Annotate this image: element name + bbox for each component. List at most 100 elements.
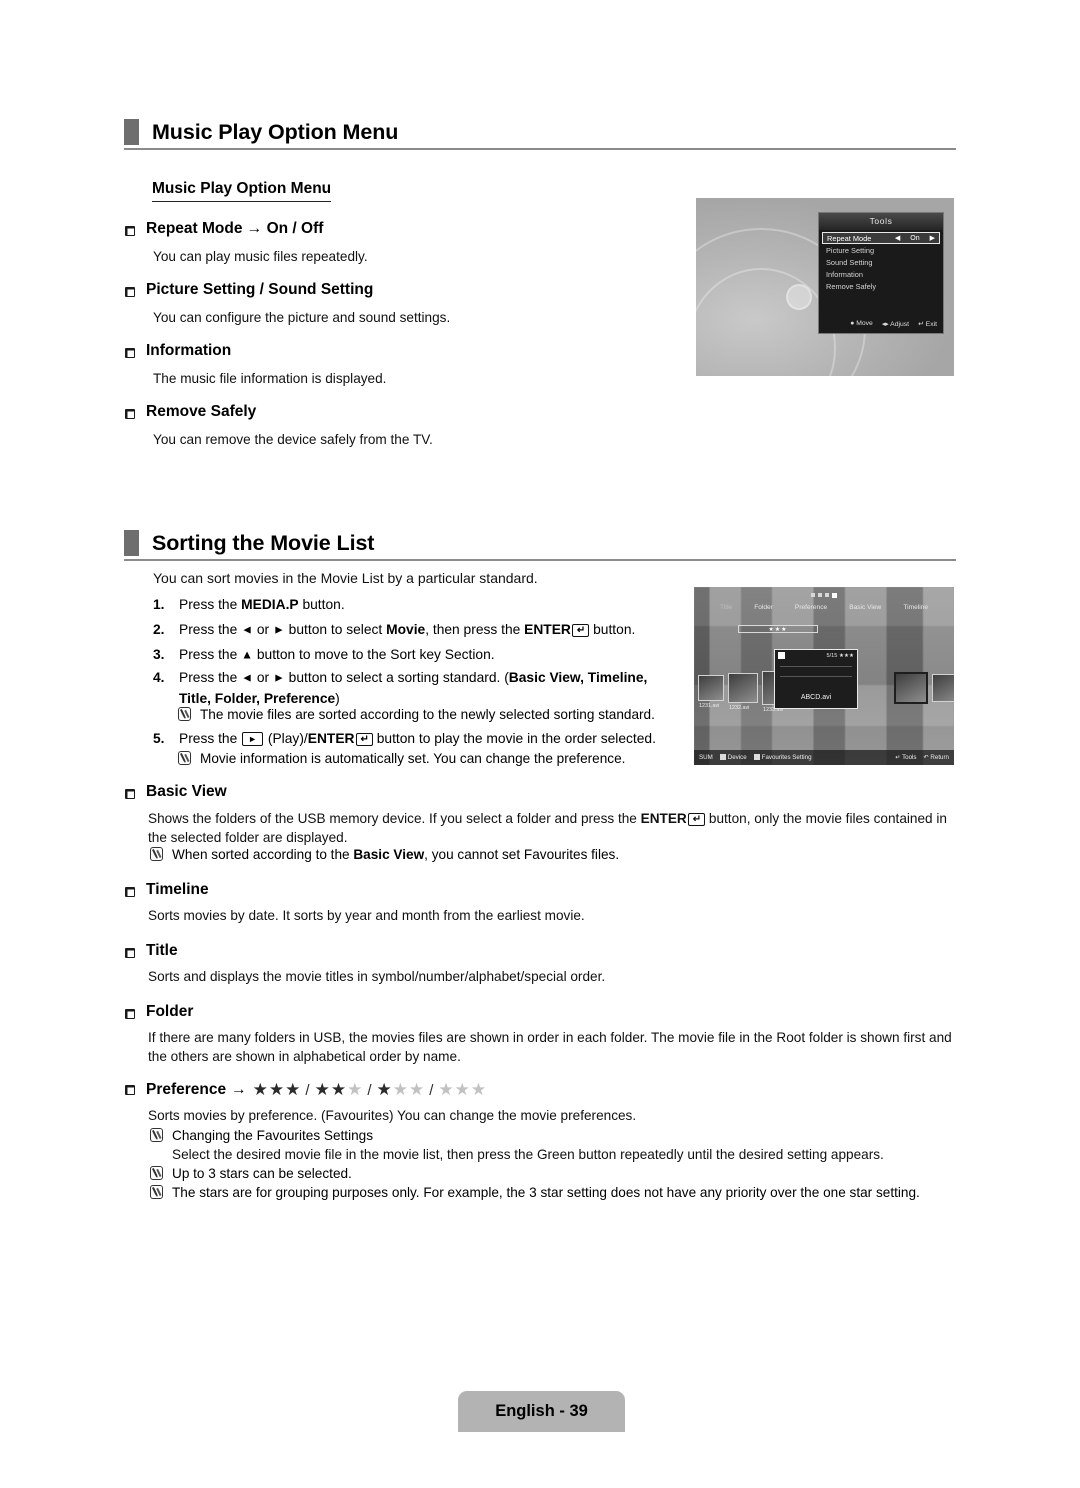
popup-header: 5/15 ★★★: [775, 650, 857, 661]
sort-item-desc: Shows the folders of the USB memory devi…: [148, 811, 947, 846]
tools-menu-item-information[interactable]: Information: [822, 268, 940, 280]
sort-item-title: Title: [146, 942, 178, 959]
step-text: Press the ◄ or ► button to select Movie,…: [179, 622, 636, 637]
step-text: Press the ▲ button to move to the Sort k…: [179, 647, 495, 662]
left-arrow-icon[interactable]: ◀: [895, 234, 900, 242]
footer-return-button[interactable]: ↶ Return: [924, 754, 949, 761]
step-4: 4. Press the ◄ or ► button to select a s…: [153, 668, 678, 709]
footer-tools-button[interactable]: ↵ Tools: [895, 754, 916, 761]
note-text: The movie files are sorted according to …: [200, 707, 655, 722]
movie-thumbnail[interactable]: 1231.avi: [698, 675, 724, 709]
star-filled-icon: ★: [376, 1080, 393, 1099]
step-number: 3.: [153, 647, 165, 662]
page-dot-active: [832, 593, 837, 598]
step-number: 1.: [153, 597, 165, 612]
popup-count-and-stars: 5/15 ★★★: [827, 653, 855, 659]
tools-menu-item-repeat-mode[interactable]: Repeat Mode ◀ On ▶: [822, 232, 940, 244]
sort-item-title: Folder: [146, 1003, 194, 1020]
star-empty-icon: ★: [408, 1080, 426, 1099]
checkbox-bullet-icon: [125, 348, 135, 358]
popup-count: 5/15: [826, 652, 838, 659]
preference-note-1: Changing the Favourites Settings: [150, 1126, 940, 1146]
step-4-note: The movie files are sorted according to …: [178, 705, 688, 725]
preference-star-groups: ★★★ / ★★★ / ★★★ / ★★★: [253, 1080, 488, 1100]
movie-list-footer-bar: SUM Device Favourites Setting ↵ Tools ↶ …: [694, 750, 954, 765]
step-text: Press the MEDIA.P button.: [179, 597, 345, 612]
sort-tab-title[interactable]: Title: [720, 604, 732, 611]
footer-color-key-icon: [753, 754, 760, 760]
movie-thumbnail-selected[interactable]: [894, 672, 928, 704]
sort-item-title: Preference: [146, 1081, 227, 1098]
hint-move: ● Move: [850, 320, 873, 327]
rating-stars: ★★★: [768, 626, 788, 633]
option-desc: You can remove the device safely from th…: [153, 432, 433, 447]
step-3: 3. Press the ▲ button to move to the Sor…: [153, 645, 673, 666]
sort-tab-preference[interactable]: Preference: [795, 604, 827, 611]
movie-thumbnail[interactable]: [932, 674, 954, 702]
tools-panel-hints: ● Move ◂▸ Adjust ↵ Exit: [819, 316, 943, 333]
tools-menu-item-sound-setting[interactable]: Sound Setting: [822, 256, 940, 268]
star-filled-icon: ★: [314, 1080, 331, 1099]
sort-tab-basic-view[interactable]: Basic View: [849, 604, 881, 611]
page-dot: [818, 593, 822, 597]
tools-item-label: Repeat Mode: [827, 233, 872, 243]
footer-source-label: SUM: [699, 754, 713, 761]
tools-menu-item-picture-setting[interactable]: Picture Setting: [822, 244, 940, 256]
checkbox-bullet-icon: [125, 887, 135, 897]
note-pen-icon: [150, 847, 163, 861]
star-empty-icon: ★: [347, 1080, 364, 1099]
tools-menu-item-remove-safely[interactable]: Remove Safely: [822, 280, 940, 292]
tools-menu-list: Repeat Mode ◀ On ▶ Picture Setting Sound…: [819, 230, 943, 316]
page-number-label: English - 39: [495, 1402, 588, 1420]
note-text: Up to 3 stars can be selected.: [172, 1166, 352, 1181]
popup-checkbox-icon[interactable]: [778, 652, 785, 659]
popup-divider-lines: [775, 661, 857, 677]
step-2: 2. Press the ◄ or ► button to select Mov…: [153, 620, 693, 641]
sorting-intro-text: You can sort movies in the Movie List by…: [153, 570, 538, 586]
star-filled-icon: ★: [285, 1080, 302, 1099]
popup-filename: ABCD.avi: [800, 694, 832, 701]
arrow-icon: →: [231, 1081, 247, 1098]
page-dot: [825, 593, 829, 597]
star-empty-icon: ★: [454, 1080, 471, 1099]
sort-item-folder: Folder: [125, 1003, 193, 1021]
popup-divider: [780, 676, 852, 677]
step-number: 4.: [153, 670, 165, 685]
hint-adjust: ◂▸ Adjust: [881, 321, 910, 328]
sort-item-preference: Preference → ★★★ / ★★★ / ★★★ / ★★★: [125, 1080, 487, 1100]
checkbox-bullet-icon: [125, 409, 135, 419]
sort-tab-folder[interactable]: Folder: [754, 604, 773, 611]
star-group-separator: /: [305, 1082, 311, 1099]
manual-page: Music Play Option Menu Music Play Option…: [0, 0, 1080, 1488]
preference-note-1-detail: Select the desired movie file in the mov…: [172, 1147, 884, 1162]
step-5-note: Movie information is automatically set. …: [178, 749, 688, 769]
step-5: 5. Press the ► (Play)/ENTER ↵ button to p…: [153, 729, 683, 750]
checkbox-bullet-icon: [125, 948, 135, 958]
movie-info-popup: 5/15 ★★★ ABCD.avi: [774, 649, 858, 709]
section-marker-icon: [124, 530, 139, 556]
star-empty-icon: ★: [438, 1080, 455, 1099]
preference-note-3: The stars are for grouping purposes only…: [150, 1183, 950, 1203]
sort-tab-timeline[interactable]: Timeline: [903, 604, 928, 611]
tools-item-value-wrap: ◀ On ▶: [895, 234, 935, 243]
rating-filter-bar[interactable]: ★★★: [738, 625, 818, 633]
note-pen-icon: [150, 1185, 163, 1199]
footer-device-button[interactable]: Device: [719, 754, 747, 761]
right-arrow-icon[interactable]: ▶: [930, 234, 935, 242]
checkbox-bullet-icon: [125, 1085, 135, 1095]
section-header-sorting-movie-list: Sorting the Movie List: [124, 530, 956, 556]
note-pen-icon: [178, 707, 191, 721]
preference-desc: Sorts movies by preference. (Favourites)…: [148, 1108, 637, 1123]
tools-item-label: Sound Setting: [826, 257, 873, 267]
step-text: Press the ► (Play)/ENTER ↵ button to play…: [179, 731, 656, 746]
sort-item-title: Timeline: [146, 881, 209, 898]
footer-color-key-icon: [719, 754, 726, 760]
option-item-picture-sound-setting: Picture Setting / Sound Setting: [125, 281, 373, 299]
step-number: 5.: [153, 731, 165, 746]
footer-favourites-button[interactable]: Favourites Setting: [753, 754, 812, 761]
sort-item-title: Basic View: [146, 783, 227, 800]
checkbox-bullet-icon: [125, 226, 135, 236]
note-text: Changing the Favourites Settings: [172, 1128, 374, 1143]
movie-thumbnail[interactable]: 1232.avi: [728, 673, 758, 711]
note-text: The stars are for grouping purposes only…: [172, 1185, 920, 1200]
